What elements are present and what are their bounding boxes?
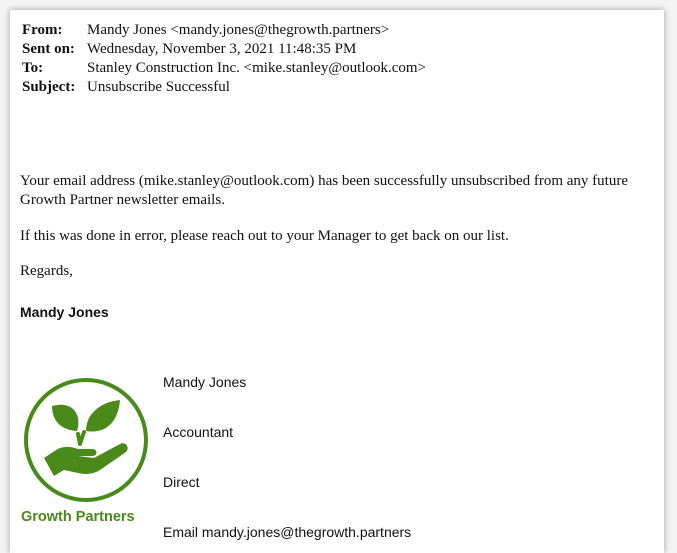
- to-label: To:: [22, 60, 44, 76]
- to-row: To: Stanley Construction Inc. <mike.stan…: [22, 59, 426, 78]
- from-row: From: Mandy Jones <mandy.jones@thegrowth…: [22, 21, 426, 40]
- logo-text: Growth Partners: [21, 509, 135, 525]
- subject-row: Subject: Unsubscribe Successful: [22, 78, 426, 97]
- from-value[interactable]: Mandy Jones <mandy.jones@thegrowth.partn…: [87, 21, 389, 40]
- signature-direct: Direct: [163, 474, 200, 490]
- growth-partners-logo-icon: [24, 378, 148, 502]
- signature-title: Accountant: [163, 424, 234, 440]
- to-value[interactable]: Stanley Construction Inc. <mike.stanley@…: [87, 59, 426, 78]
- sent-value: Wednesday, November 3, 2021 11:48:35 PM: [87, 41, 357, 57]
- body-paragraph-1: Your email address (mike.stanley@outlook…: [20, 173, 628, 208]
- regards-text: Regards,: [20, 263, 73, 279]
- email-viewer: From: Mandy Jones <mandy.jones@thegrowth…: [0, 0, 677, 553]
- body-paragraph-2: If this was done in error, please reach …: [20, 228, 509, 244]
- signature-name-bold: Mandy Jones: [20, 304, 109, 320]
- subject-value: Unsubscribe Successful: [87, 79, 230, 95]
- sent-label: Sent on:: [22, 41, 75, 57]
- signature-email[interactable]: Email mandy.jones@thegrowth.partners: [163, 524, 411, 540]
- subject-label: Subject:: [22, 79, 76, 95]
- email-message: From: Mandy Jones <mandy.jones@thegrowth…: [10, 10, 664, 553]
- signature-name: Mandy Jones: [163, 374, 247, 390]
- email-header: From: Mandy Jones <mandy.jones@thegrowth…: [22, 21, 426, 97]
- from-label: From:: [22, 22, 63, 38]
- sent-row: Sent on: Wednesday, November 3, 2021 11:…: [22, 40, 426, 59]
